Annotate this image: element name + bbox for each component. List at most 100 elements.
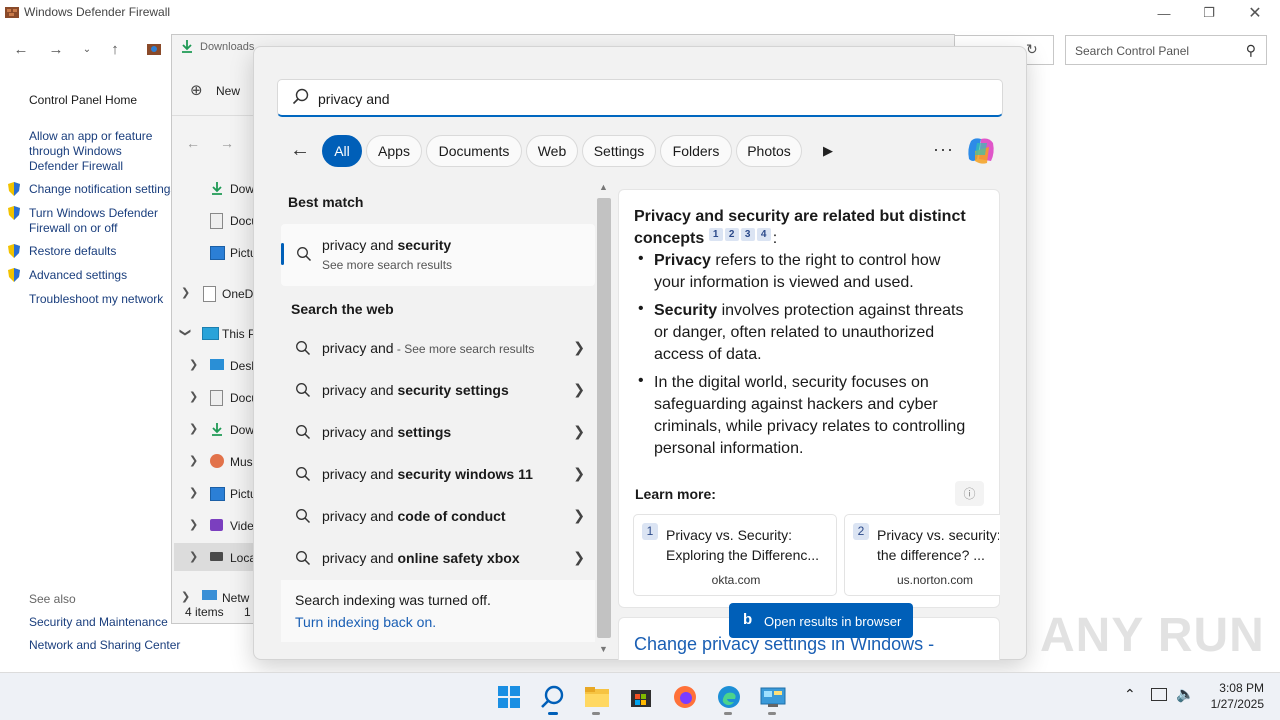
advanced-settings-link[interactable]: Advanced settings — [29, 268, 127, 282]
store-icon[interactable] — [626, 682, 656, 712]
volume-icon[interactable]: 🔈 — [1176, 685, 1195, 703]
collapse-chevron-icon[interactable]: ❯ — [179, 328, 192, 337]
back-button[interactable]: ← — [186, 135, 200, 151]
recent-locations-button[interactable]: ⌄ — [76, 38, 98, 60]
web-result-item[interactable]: privacy and code of conduct ❯ — [281, 496, 595, 538]
shield-icon — [8, 206, 20, 220]
filter-all[interactable]: All — [322, 135, 362, 167]
up-button[interactable]: ↑ — [104, 38, 126, 60]
filter-documents[interactable]: Documents — [426, 135, 522, 167]
expand-chevron-icon[interactable]: ❯ — [181, 590, 190, 603]
web-result-item[interactable]: privacy and - See more search results ❯ — [281, 328, 595, 370]
search-icon — [296, 467, 311, 482]
tree-item-downloads[interactable]: Dow — [230, 182, 254, 196]
security-maintenance-link[interactable]: Security and Maintenance — [29, 615, 168, 629]
web-result-bold: settings — [397, 424, 452, 440]
network-sharing-link[interactable]: Network and Sharing Center — [29, 638, 180, 652]
citation-badge[interactable]: 3 — [740, 228, 755, 241]
maximize-button[interactable]: ❐ — [1186, 0, 1232, 26]
more-options-icon[interactable]: ··· — [933, 139, 954, 160]
control-panel-search[interactable]: Search Control Panel ⚲ — [1065, 35, 1267, 65]
expand-chevron-icon[interactable]: ❯ — [181, 286, 190, 299]
expand-chevron-icon[interactable]: ❯ — [189, 486, 198, 499]
web-result-item[interactable]: privacy and security settings ❯ — [281, 370, 595, 412]
learn-more-heading: Learn more: — [635, 486, 716, 502]
filter-apps[interactable]: Apps — [366, 135, 422, 167]
turn-indexing-on-link[interactable]: Turn indexing back on. — [295, 614, 436, 630]
scroll-up-icon[interactable]: ▲ — [599, 182, 608, 192]
more-filters-play-icon[interactable]: ▶ — [823, 143, 833, 159]
new-button[interactable]: New — [216, 84, 240, 98]
tree-item-videos[interactable]: Vide — [230, 519, 254, 533]
selected-count: 1 — [244, 605, 251, 619]
tree-item-downloads-2[interactable]: Dow — [230, 423, 254, 437]
expand-chevron-icon[interactable]: ❯ — [189, 454, 198, 467]
expand-chevron-icon[interactable]: ❯ — [189, 550, 198, 563]
expand-chevron-icon[interactable]: ❯ — [189, 422, 198, 435]
open-results-in-browser-button[interactable]: b Open results in browser — [729, 603, 913, 638]
search-box[interactable]: privacy and — [277, 79, 1003, 117]
chevron-right-icon: ❯ — [573, 507, 585, 523]
clock-time[interactable]: 3:08 PM — [1206, 681, 1264, 695]
web-result-item[interactable]: privacy and online safety xbox ❯ — [281, 538, 595, 580]
source-title-line: Privacy vs. security: — [877, 527, 999, 543]
close-button[interactable]: ✕ — [1232, 0, 1278, 26]
citation-badge[interactable]: 1 — [708, 228, 723, 241]
copilot-icon[interactable] — [965, 135, 999, 167]
back-button[interactable]: ← — [10, 38, 32, 60]
refresh-icon[interactable]: ↻ — [1026, 41, 1038, 58]
tree-item-onedrive[interactable]: OneD — [222, 287, 253, 301]
control-panel-icon — [147, 44, 161, 55]
tree-item-music[interactable]: Mus — [230, 455, 253, 469]
source-card[interactable]: 2 Privacy vs. security: the difference? .… — [844, 514, 1000, 596]
filter-settings[interactable]: Settings — [582, 135, 656, 167]
change-notification-link[interactable]: Change notification settings — [29, 182, 171, 196]
network-tray-icon[interactable] — [1151, 688, 1167, 701]
expand-chevron-icon[interactable]: ❯ — [189, 518, 198, 531]
start-icon[interactable] — [494, 682, 524, 712]
minimize-button[interactable]: — — [1141, 0, 1187, 26]
citation-badge[interactable]: 4 — [756, 228, 771, 241]
scrollbar-thumb[interactable] — [597, 198, 611, 638]
web-result-text: privacy and settings — [322, 424, 451, 440]
expand-chevron-icon[interactable]: ❯ — [189, 390, 198, 403]
search-icon — [296, 383, 311, 398]
search-taskbar-icon[interactable] — [538, 682, 568, 712]
documents-icon — [210, 390, 223, 406]
restore-defaults-link[interactable]: Restore defaults — [29, 244, 116, 258]
filter-web[interactable]: Web — [526, 135, 578, 167]
bullet-bold: Security — [654, 302, 718, 319]
edge-icon[interactable] — [714, 682, 744, 712]
web-result-prefix: privacy and — [322, 340, 394, 356]
search-icon — [297, 247, 312, 262]
source-card[interactable]: 1 Privacy vs. Security: Exploring the Dif… — [633, 514, 837, 596]
allow-app-link[interactable]: Allow an app or feature through Windows … — [29, 129, 171, 174]
scroll-down-icon[interactable]: ▼ — [599, 644, 608, 654]
best-match-result[interactable]: privacy and security See more search res… — [281, 224, 595, 286]
filter-folders[interactable]: Folders — [660, 135, 732, 167]
back-arrow-icon[interactable]: ← — [290, 140, 312, 162]
file-explorer-icon[interactable] — [582, 682, 612, 712]
info-icon[interactable]: ⓘ — [955, 481, 984, 506]
turn-firewall-link[interactable]: Turn Windows Defender Firewall on or off — [29, 206, 171, 236]
web-result-item[interactable]: privacy and settings ❯ — [281, 412, 595, 454]
firefox-icon[interactable] — [670, 682, 700, 712]
best-match-title: privacy and security — [322, 237, 451, 253]
web-result-item[interactable]: privacy and security windows 11 ❯ — [281, 454, 595, 496]
filter-photos[interactable]: Photos — [736, 135, 802, 167]
answer-bullet: Security involves protection against thr… — [654, 300, 974, 366]
control-panel-taskbar-icon[interactable] — [758, 682, 788, 712]
tree-item-network[interactable]: Netw — [222, 591, 249, 605]
tray-chevron-up-icon[interactable]: ⌃ — [1124, 686, 1136, 703]
clock-date[interactable]: 1/27/2025 — [1196, 697, 1264, 711]
results-scrollbar[interactable]: ▲ ▼ — [596, 182, 612, 658]
forward-button[interactable]: → — [220, 135, 234, 151]
tree-item-this-pc[interactable]: This P — [222, 327, 256, 341]
troubleshoot-link[interactable]: Troubleshoot my network — [29, 292, 163, 306]
bullet-dot: • — [638, 372, 644, 389]
expand-chevron-icon[interactable]: ❯ — [189, 358, 198, 371]
control-panel-home-link[interactable]: Control Panel Home — [29, 93, 137, 107]
citation-badge[interactable]: 2 — [724, 228, 739, 241]
forward-button[interactable]: → — [45, 38, 67, 60]
search-query[interactable]: privacy and — [318, 91, 390, 107]
